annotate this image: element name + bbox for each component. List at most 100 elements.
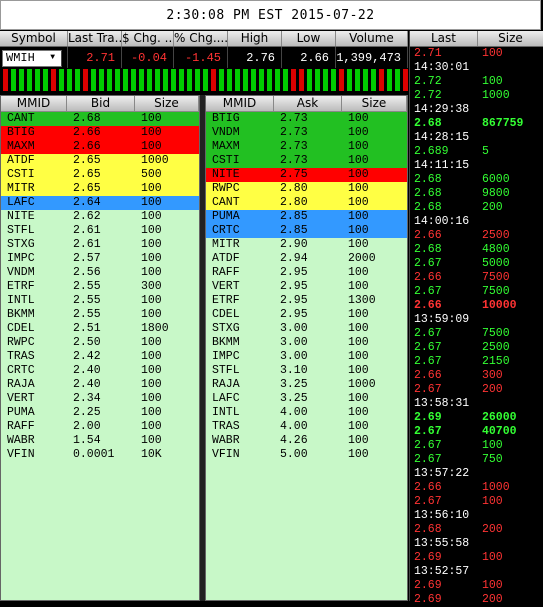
bid-row[interactable]: CSTI 2.65 500 [1,168,199,182]
ask-row[interactable]: ETRF 2.95 1300 [206,294,407,308]
ask-row[interactable]: CRTC 2.85 100 [206,224,407,238]
bid-row[interactable]: VFIN 0.0001 10K [1,448,199,462]
tape-trade-row[interactable]: 2.67 100 [410,495,543,509]
ask-row[interactable]: ATDF 2.94 2000 [206,252,407,266]
bid-row[interactable]: TRAS 2.42 100 [1,350,199,364]
ask-row[interactable]: BTIG 2.73 100 [206,112,407,126]
bid-row[interactable]: STXG 2.61 100 [1,238,199,252]
tape-trade-row[interactable]: 2.66 2500 [410,229,543,243]
tape-trade-row[interactable]: 2.67 750 [410,453,543,467]
bid-row[interactable]: BKMM 2.55 100 [1,308,199,322]
tape-trade-row[interactable]: 2.68 200 [410,201,543,215]
ask-row[interactable]: NITE 2.75 100 [206,168,407,182]
tape-trade-row[interactable]: 2.67 7500 [410,327,543,341]
ask-row[interactable]: INTL 4.00 100 [206,406,407,420]
header-dollar-change[interactable]: $ Chg. ... [122,31,174,46]
ask-row[interactable]: IMPC 3.00 100 [206,350,407,364]
header-symbol[interactable]: Symbol [0,31,68,46]
bid-row[interactable]: MAXM 2.66 100 [1,140,199,154]
ask-price: 2.90 [280,238,308,251]
tape-trade-row[interactable]: 2.69 200 [410,593,543,607]
symbol-dropdown[interactable]: WMIH ▼ [2,47,62,69]
header-high[interactable]: High [228,31,282,46]
ask-header-size[interactable]: Size [342,96,407,111]
tape-header-size[interactable]: Size [478,31,543,46]
bid-row[interactable]: RAFF 2.00 100 [1,420,199,434]
tape-trade-row[interactable]: 2.69 100 [410,551,543,565]
bid-header-price[interactable]: Bid [67,96,135,111]
bid-row[interactable]: CANT 2.68 100 [1,112,199,126]
ask-row[interactable]: CSTI 2.73 100 [206,154,407,168]
tape-trade-row[interactable]: 2.68 6000 [410,173,543,187]
tape-trade-row[interactable]: 2.71 100 [410,47,543,61]
bid-row[interactable]: STFL 2.61 100 [1,224,199,238]
tape-trade-row[interactable]: 2.67 200 [410,383,543,397]
bid-row[interactable]: CDEL 2.51 1800 [1,322,199,336]
bid-row[interactable]: WABR 1.54 100 [1,434,199,448]
bid-row[interactable]: BTIG 2.66 100 [1,126,199,140]
ask-row[interactable]: VNDM 2.73 100 [206,126,407,140]
bid-row[interactable]: NITE 2.62 100 [1,210,199,224]
bid-header-size[interactable]: Size [135,96,199,111]
header-volume[interactable]: Volume [336,31,408,46]
ask-row[interactable]: BKMM 3.00 100 [206,336,407,350]
tape-trade-row[interactable]: 2.66 300 [410,369,543,383]
tape-trade-row[interactable]: 2.68 9800 [410,187,543,201]
ask-row[interactable]: PUMA 2.85 100 [206,210,407,224]
tape-trade-row[interactable]: 2.67 40700 [410,425,543,439]
ask-row[interactable]: VERT 2.95 100 [206,280,407,294]
chevron-down-icon[interactable]: ▼ [50,47,55,69]
tape-trade-row[interactable]: 2.67 2150 [410,355,543,369]
bid-row[interactable]: VERT 2.34 100 [1,392,199,406]
ask-row[interactable]: RWPC 2.80 100 [206,182,407,196]
tape-trade-row[interactable]: 2.69 26000 [410,411,543,425]
ask-row[interactable]: WABR 4.26 100 [206,434,407,448]
tape-price: 2.66 [414,271,442,284]
tape-size: 2500 [482,341,510,354]
bid-row[interactable]: RWPC 2.50 100 [1,336,199,350]
tape-trade-row[interactable]: 2.66 10000 [410,299,543,313]
tape-trade-row[interactable]: 2.67 2500 [410,341,543,355]
bid-size: 1800 [141,322,169,335]
ask-row[interactable]: STFL 3.10 100 [206,364,407,378]
bid-row[interactable]: PUMA 2.25 100 [1,406,199,420]
bid-row[interactable]: RAJA 2.40 100 [1,378,199,392]
bid-row[interactable]: MITR 2.65 100 [1,182,199,196]
ask-row[interactable]: STXG 3.00 100 [206,322,407,336]
bid-row[interactable]: ATDF 2.65 1000 [1,154,199,168]
ask-row[interactable]: MAXM 2.73 100 [206,140,407,154]
ask-row[interactable]: RAFF 2.95 100 [206,266,407,280]
tape-trade-row[interactable]: 2.67 100 [410,439,543,453]
ask-header-mmid[interactable]: MMID [206,96,274,111]
ask-row[interactable]: CDEL 2.95 100 [206,308,407,322]
tape-trade-row[interactable]: 2.66 1000 [410,481,543,495]
tape-trade-row[interactable]: 2.689 5 [410,145,543,159]
tape-trade-row[interactable]: 2.68 4800 [410,243,543,257]
bid-row[interactable]: CRTC 2.40 100 [1,364,199,378]
ask-row[interactable]: TRAS 4.00 100 [206,420,407,434]
tape-trade-row[interactable]: 2.72 100 [410,75,543,89]
header-last-trade[interactable]: Last Tra... [68,31,122,46]
bid-row[interactable]: VNDM 2.56 100 [1,266,199,280]
header-percent-change[interactable]: % Chg.... [174,31,228,46]
bid-row[interactable]: IMPC 2.57 100 [1,252,199,266]
ask-header-price[interactable]: Ask [274,96,342,111]
ask-row[interactable]: RAJA 3.25 1000 [206,378,407,392]
bid-header-mmid[interactable]: MMID [1,96,67,111]
tape-trade-row[interactable]: 2.69 100 [410,579,543,593]
bid-row[interactable]: INTL 2.55 100 [1,294,199,308]
ask-row[interactable]: CANT 2.80 100 [206,196,407,210]
tape-header-last[interactable]: Last [410,31,478,46]
bid-row[interactable]: ETRF 2.55 300 [1,280,199,294]
ask-row[interactable]: MITR 2.90 100 [206,238,407,252]
ask-row[interactable]: LAFC 3.25 100 [206,392,407,406]
tape-trade-row[interactable]: 2.72 1000 [410,89,543,103]
tape-trade-row[interactable]: 2.67 5000 [410,257,543,271]
tape-trade-row[interactable]: 2.66 7500 [410,271,543,285]
tape-trade-row[interactable]: 2.68 867759 [410,117,543,131]
tape-trade-row[interactable]: 2.68 200 [410,523,543,537]
bid-row[interactable]: LAFC 2.64 100 [1,196,199,210]
ask-row[interactable]: VFIN 5.00 100 [206,448,407,462]
tape-trade-row[interactable]: 2.67 7500 [410,285,543,299]
header-low[interactable]: Low [282,31,336,46]
